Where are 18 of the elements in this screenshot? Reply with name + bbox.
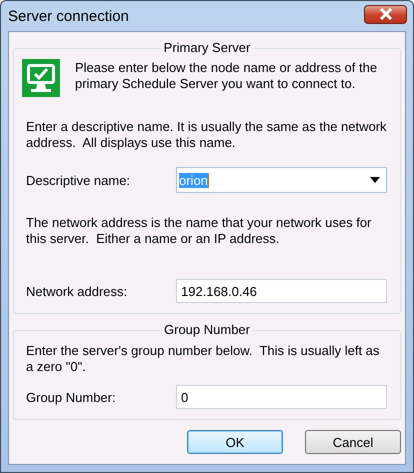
monitor-check-icon — [22, 59, 60, 97]
input-field[interactable]: 192.168.0.46 — [176, 279, 387, 303]
instruction-text: The network address is the name that your network uses for this server. Either a name or an IP address. — [26, 215, 372, 247]
instruction-text: Please enter below the node name or address of the primary Schedule Server you want to connect to. — [75, 60, 378, 92]
group-title: Primary Server — [160, 40, 254, 55]
ok-button[interactable]: OK — [187, 430, 283, 454]
input-field[interactable]: 0 — [176, 385, 387, 409]
cancel-button[interactable]: Cancel — [305, 430, 401, 454]
group-title: Group Number — [161, 322, 253, 337]
instruction-text: Enter the server's group number below. This is usually left as a zero "0". — [26, 343, 380, 375]
close-button[interactable] — [364, 4, 407, 24]
field-label: Group Number: — [26, 390, 117, 404]
field-label: Descriptive name: — [26, 172, 132, 188]
window-title: Server connection — [8, 8, 129, 24]
field-label: Network address: — [26, 284, 128, 298]
instruction-text: Enter a descriptive name. It is usually the same as the network address. All displays use this name. — [26, 119, 388, 151]
dropdown-caret-icon — [370, 177, 380, 183]
close-icon — [378, 8, 392, 20]
